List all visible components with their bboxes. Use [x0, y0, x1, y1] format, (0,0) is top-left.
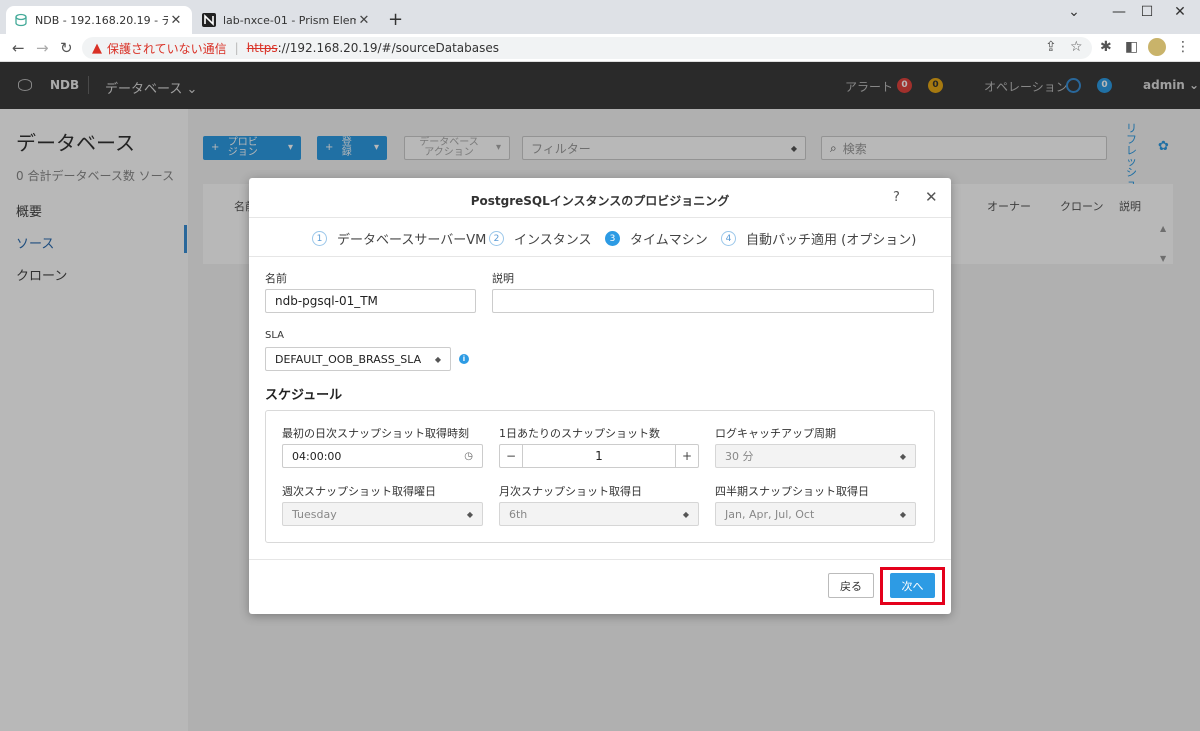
side-panel-icon[interactable]: ◧	[1125, 39, 1138, 55]
database-icon	[15, 13, 27, 27]
url-separator: |	[234, 41, 239, 55]
log-catchup-value: 30 分	[725, 450, 754, 463]
step-auto-patching[interactable]: 4 自動パッチ適用 (オプション)	[721, 229, 916, 248]
log-catchup-label: ログキャッチアップ周期	[715, 427, 836, 440]
weekly-snapshot-value: Tuesday	[292, 507, 337, 521]
step-instance[interactable]: 2 インスタンス	[489, 229, 591, 248]
step-database-server-vm[interactable]: 1 データベースサーバーVM	[312, 229, 486, 248]
provision-modal: PostgreSQLインスタンスのプロビジョニング ? ✕ 1 データベースサー…	[249, 178, 951, 614]
extensions-icon[interactable]: ✱	[1100, 39, 1112, 55]
next-button-highlight	[880, 567, 945, 605]
select-caret-icon: ◆	[466, 509, 473, 519]
first-snapshot-value: 04:00:00	[292, 449, 342, 463]
first-snapshot-label: 最初の日次スナップショット取得時刻	[282, 427, 469, 440]
schedule-panel: 最初の日次スナップショット取得時刻 04:00:00 ◷ 1日あたりのスナップシ…	[265, 410, 935, 543]
step-label: 自動パッチ適用 (オプション)	[746, 233, 917, 248]
url-path: ://192.168.20.19/#/sourceDatabases	[277, 41, 500, 55]
step-number: 1	[312, 231, 327, 246]
modal-divider	[249, 256, 951, 257]
weekly-snapshot-label: 週次スナップショット取得曜日	[282, 485, 436, 498]
select-caret-icon: ◆	[434, 354, 441, 364]
close-tab-icon[interactable]: ✕	[356, 13, 372, 28]
security-label: 保護されていない通信	[107, 41, 227, 56]
tab-title: NDB - 192.168.20.19 - データベース	[35, 14, 168, 27]
modal-divider	[249, 217, 951, 218]
first-snapshot-time-input[interactable]: 04:00:00 ◷	[282, 444, 483, 468]
description-label: 説明	[492, 272, 514, 285]
log-catchup-select[interactable]: 30 分 ◆	[715, 444, 916, 468]
quarterly-snapshot-select[interactable]: Jan, Apr, Jul, Oct ◆	[715, 502, 916, 526]
modal-title: PostgreSQLインスタンスのプロビジョニング	[470, 194, 730, 208]
profile-avatar[interactable]	[1148, 38, 1166, 56]
monthly-snapshot-select[interactable]: 6th ◆	[499, 502, 699, 526]
name-label: 名前	[265, 272, 287, 285]
tab-search-icon[interactable]: ⌄	[1054, 4, 1094, 20]
step-label: タイムマシン	[630, 233, 708, 248]
step-number: 4	[721, 231, 736, 246]
weekly-snapshot-select[interactable]: Tuesday ◆	[282, 502, 483, 526]
new-tab-icon[interactable]: +	[388, 9, 403, 30]
warning-icon: ▲	[92, 40, 102, 56]
select-caret-icon: ◆	[899, 451, 906, 461]
snapshots-per-day-value[interactable]: 1	[522, 445, 676, 467]
select-caret-icon: ◆	[682, 509, 689, 519]
browser-tab-ndb[interactable]: NDB - 192.168.20.19 - データベース ✕	[6, 6, 192, 34]
info-icon[interactable]: i	[459, 354, 469, 364]
step-label: インスタンス	[514, 233, 592, 248]
monthly-snapshot-value: 6th	[509, 507, 528, 521]
quarterly-snapshot-value: Jan, Apr, Jul, Oct	[725, 507, 815, 521]
help-icon[interactable]: ?	[893, 190, 900, 205]
sla-label: SLA	[265, 330, 284, 341]
tab-title: lab-nxce-01 - Prism Element	[223, 13, 356, 27]
sla-value: DEFAULT_OOB_BRASS_SLA	[275, 352, 422, 366]
bookmark-star-icon[interactable]: ☆	[1070, 39, 1083, 55]
browser-tab-prism[interactable]: lab-nxce-01 - Prism Element ✕	[194, 6, 380, 34]
increment-button[interactable]: +	[676, 445, 698, 467]
sla-select[interactable]: DEFAULT_OOB_BRASS_SLA ◆	[265, 347, 451, 371]
reload-icon[interactable]: ↻	[60, 39, 73, 57]
back-arrow-icon[interactable]: ←	[12, 39, 25, 57]
select-caret-icon: ◆	[899, 509, 906, 519]
step-number: 2	[489, 231, 504, 246]
name-input[interactable]: ndb-pgsql-01_TM	[265, 289, 476, 313]
step-time-machine[interactable]: 3 タイムマシン	[605, 229, 708, 248]
close-icon[interactable]: ✕	[925, 188, 938, 206]
snapshots-per-day-label: 1日あたりのスナップショット数	[499, 427, 660, 440]
modal-footer-divider	[249, 559, 951, 560]
monthly-snapshot-label: 月次スナップショット取得日	[499, 485, 642, 498]
address-bar: ← → ↻ ▲ 保護されていない通信 | https ://192.168.20…	[0, 34, 1200, 62]
nutanix-icon	[202, 13, 216, 27]
browser-tab-bar: NDB - 192.168.20.19 - データベース ✕ lab-nxce-…	[0, 0, 1200, 34]
url-field[interactable]: ▲ 保護されていない通信 | https ://192.168.20.19/#/…	[82, 37, 1092, 59]
description-input[interactable]	[492, 289, 934, 313]
quarterly-snapshot-label: 四半期スナップショット取得日	[715, 485, 869, 498]
url-scheme: https	[246, 41, 278, 55]
decrement-button[interactable]: −	[500, 445, 522, 467]
step-number: 3	[605, 231, 620, 246]
schedule-title: スケジュール	[265, 388, 343, 403]
share-icon[interactable]: ⇪	[1045, 39, 1057, 55]
snapshots-per-day-stepper: − 1 +	[499, 444, 699, 468]
close-tab-icon[interactable]: ✕	[168, 13, 184, 28]
back-button[interactable]: 戻る	[828, 573, 874, 598]
step-label: データベースサーバーVM	[337, 233, 487, 248]
forward-arrow-icon[interactable]: →	[36, 39, 49, 57]
browser-menu-icon[interactable]: ⋮	[1176, 39, 1190, 55]
clock-icon[interactable]: ◷	[464, 451, 473, 462]
window-close-icon[interactable]: ✕	[1160, 4, 1200, 20]
